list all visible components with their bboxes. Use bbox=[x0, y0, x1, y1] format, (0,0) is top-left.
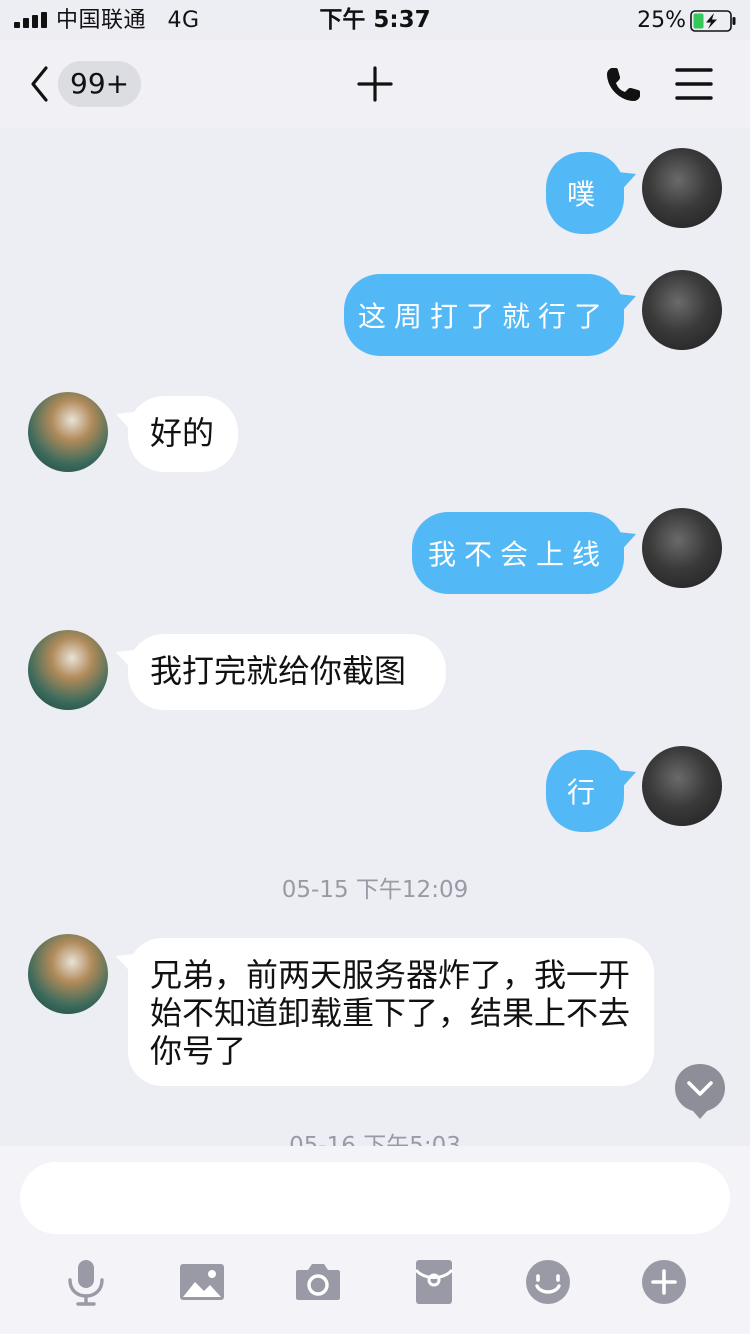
message-text: 噗 bbox=[566, 178, 603, 211]
message-incoming: 好的 bbox=[0, 384, 750, 484]
message-bubble[interactable]: 这周打了就行了 bbox=[344, 274, 624, 356]
contact-avatar[interactable] bbox=[28, 630, 108, 710]
camera-icon[interactable] bbox=[294, 1258, 342, 1306]
input-panel bbox=[0, 1146, 750, 1334]
self-avatar[interactable] bbox=[642, 508, 722, 588]
chat-header: 99+ bbox=[0, 40, 750, 128]
message-outgoing: 我不会上线 bbox=[0, 496, 750, 606]
message-bubble[interactable]: 噗 bbox=[546, 152, 624, 234]
message-outgoing: 行 bbox=[0, 734, 750, 844]
message-input[interactable] bbox=[20, 1162, 730, 1234]
message-text: 好的 bbox=[150, 414, 215, 452]
unread-count-badge: 99+ bbox=[58, 61, 142, 107]
contact-avatar[interactable] bbox=[28, 934, 108, 1014]
message-text: 这周打了就行了 bbox=[357, 300, 610, 333]
message-bubble[interactable]: 好的 bbox=[128, 396, 238, 472]
microphone-icon[interactable] bbox=[62, 1258, 110, 1306]
message-text: 我打完就给你截图 bbox=[150, 652, 407, 690]
message-text: 我不会上线 bbox=[427, 538, 608, 571]
bubble-tail bbox=[618, 294, 636, 316]
chevron-left-icon bbox=[31, 66, 48, 102]
phone-call-icon[interactable] bbox=[604, 64, 644, 104]
bubble-tail bbox=[618, 770, 636, 792]
message-bubble[interactable]: 我打完就给你截图 bbox=[128, 634, 446, 710]
message-outgoing: 噗 bbox=[0, 128, 750, 238]
scroll-to-bottom-button[interactable] bbox=[673, 1062, 727, 1120]
battery-charging-icon bbox=[690, 10, 736, 32]
status-bar: 中国联通 4G 下午 5:37 25% bbox=[0, 0, 750, 40]
message-bubble[interactable]: 我不会上线 bbox=[412, 512, 624, 594]
battery-percentage: 25% bbox=[637, 8, 686, 33]
message-timestamp: 05-15 下午12:09 bbox=[281, 877, 469, 903]
emoji-icon[interactable] bbox=[524, 1258, 572, 1306]
bubble-tail bbox=[618, 532, 636, 554]
red-packet-icon[interactable] bbox=[410, 1258, 458, 1306]
contact-avatar[interactable] bbox=[28, 392, 108, 472]
message-bubble[interactable]: 兄弟，前两天服务器炸了，我一开始不知道卸载重下了，结果上不去你号了 bbox=[128, 938, 654, 1086]
self-avatar[interactable] bbox=[642, 270, 722, 350]
self-avatar[interactable] bbox=[642, 148, 722, 228]
message-bubble[interactable]: 行 bbox=[546, 750, 624, 832]
message-outgoing: 这周打了就行了 bbox=[0, 258, 750, 368]
message-timestamp: 05-16 下午5:03 bbox=[289, 1133, 461, 1146]
bubble-tail bbox=[618, 172, 636, 194]
menu-icon[interactable] bbox=[674, 66, 714, 102]
message-incoming: 兄弟，前两天服务器炸了，我一开始不知道卸载重下了，结果上不去你号了 bbox=[0, 926, 750, 1096]
back-button[interactable]: 99+ bbox=[28, 60, 142, 108]
message-text: 行 bbox=[566, 776, 603, 809]
add-icon[interactable] bbox=[355, 64, 395, 104]
image-icon[interactable] bbox=[178, 1258, 226, 1306]
message-incoming: 我打完就给你截图 bbox=[0, 622, 750, 722]
self-avatar[interactable] bbox=[642, 746, 722, 826]
plus-icon[interactable] bbox=[640, 1258, 688, 1306]
message-text: 兄弟，前两天服务器炸了，我一开始不知道卸载重下了，结果上不去你号了 bbox=[150, 956, 631, 1070]
message-list[interactable]: 噗 这周打了就行了 好的 我不会上线 我打完就给你截图 行 05-15 下午12… bbox=[0, 128, 750, 1146]
